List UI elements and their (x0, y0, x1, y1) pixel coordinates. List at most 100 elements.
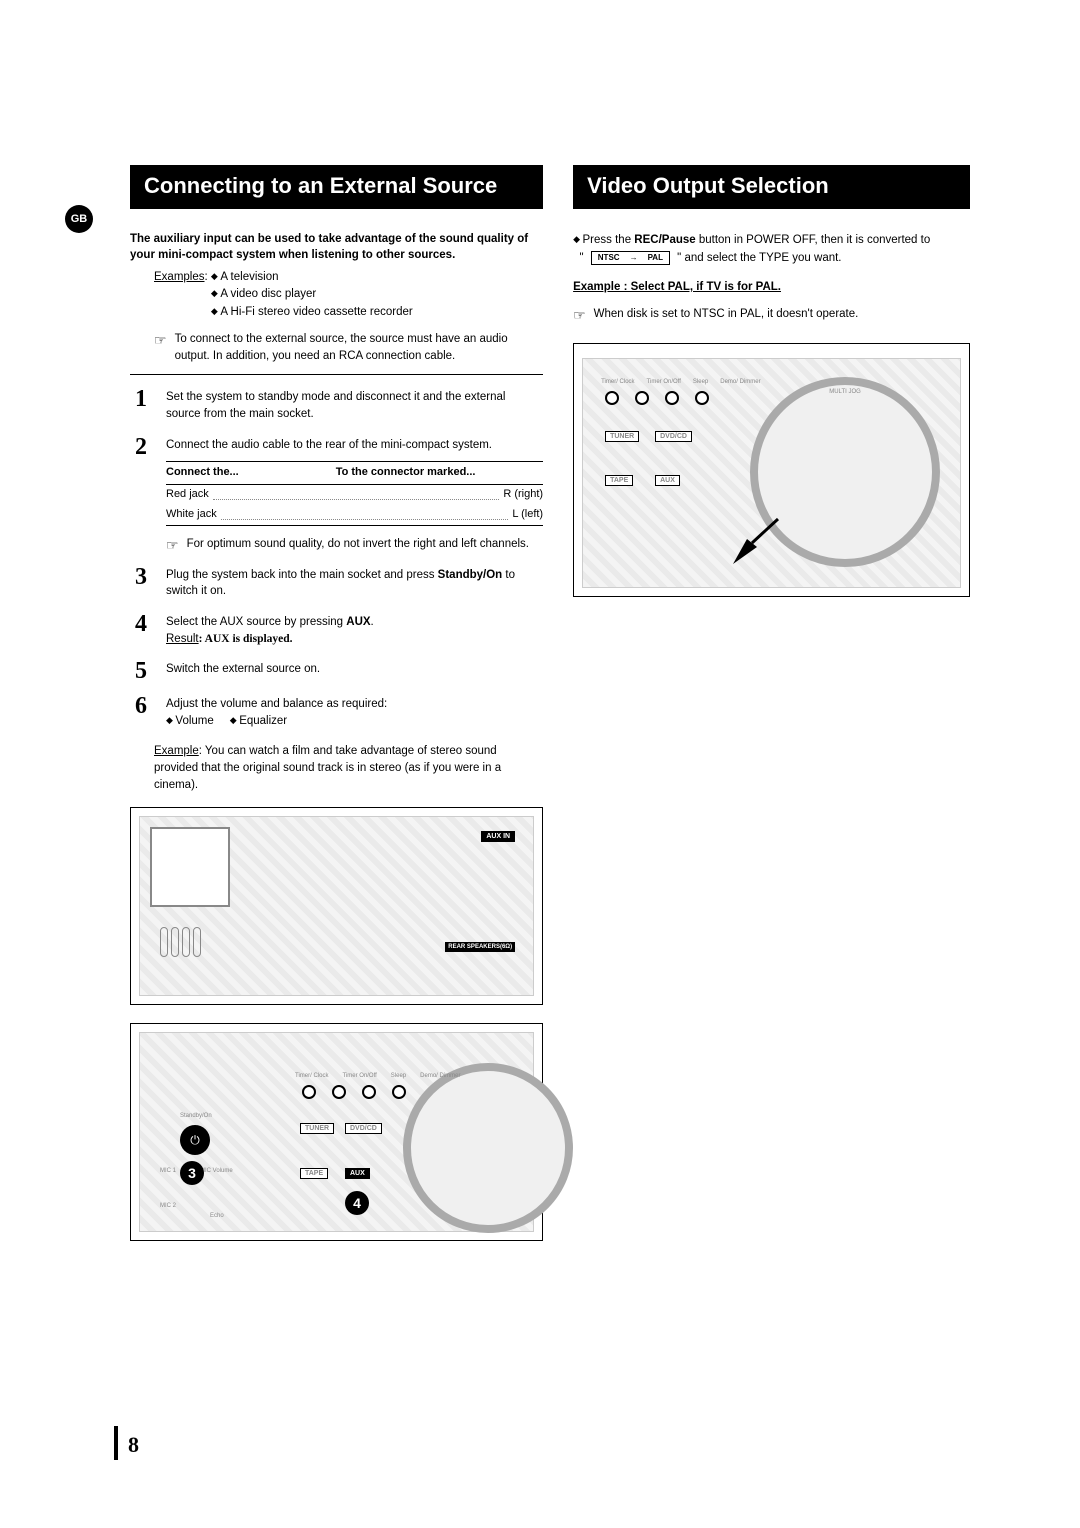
table-note-text: For optimum sound quality, do not invert… (187, 536, 529, 553)
step-number: 5 (130, 661, 152, 681)
examples-label: Examples (154, 271, 205, 283)
small-button-icon (332, 1085, 346, 1099)
step-text: Connect the audio cable to the rear of t… (166, 439, 492, 451)
step-body: Select the AUX source by pressing AUX. R… (166, 614, 543, 647)
figure-front-panel: TUNER DVD/CD TAPE AUX Timer/ Clock Timer… (130, 1023, 543, 1241)
table-header: Connect the... (166, 465, 336, 481)
demo-label: Demo/ Dimmer (420, 1073, 460, 1079)
table-header: To the connector marked... (336, 465, 543, 481)
bullet-line: Press the REC/Pause button in POWER OFF,… (573, 234, 930, 246)
dvdcd-button: DVD/CD (655, 431, 692, 442)
tape-button: TAPE (605, 475, 633, 486)
step-body: Adjust the volume and balance as require… (166, 696, 543, 729)
step-text: Plug the system back into the main socke… (166, 569, 438, 581)
table-note: ☞ For optimum sound quality, do not inve… (166, 536, 543, 553)
bullet-item: Volume (166, 715, 214, 727)
table-cell: White jack (166, 507, 217, 523)
step-bold: Standby/On (438, 569, 503, 581)
result-label: Result (166, 633, 199, 645)
step-number: 6 (130, 696, 152, 729)
example-text: : You can watch a film and take advantag… (154, 745, 501, 790)
figure-rear-panel: AUX IN REAR SPEAKERS(6Ω) (130, 807, 543, 1005)
timer-onoff-label: Timer On/Off (342, 1073, 376, 1079)
echo-label: Echo (210, 1213, 224, 1219)
table-cell: R (right) (503, 487, 543, 503)
steps-list: 1 Set the system to standby mode and dis… (130, 389, 543, 729)
front-panel-graphic: TUNER DVD/CD TAPE AUX Timer/ Clock Timer… (139, 1032, 534, 1232)
small-button-icon (605, 391, 619, 405)
example-line: Example : Select PAL, if TV is for PAL. (573, 278, 970, 296)
aux-button: AUX (345, 1168, 370, 1179)
step-text: Switch the external source on. (166, 661, 543, 681)
leader-dots (221, 507, 509, 520)
bold-text: REC/Pause (634, 234, 695, 246)
example-item: A television (211, 271, 279, 283)
figure-front-panel-right: MULTI JOG Timer/ Clock Timer On/Off Slee… (573, 343, 970, 597)
right-note: ☞ When disk is set to NTSC in PAL, it do… (573, 306, 970, 323)
note-arrow-icon: ☞ (154, 331, 167, 364)
rear-speakers-label: REAR SPEAKERS(6Ω) (445, 942, 515, 952)
pointer-arrow-icon (733, 509, 793, 569)
bullet-item: Equalizer (230, 715, 287, 727)
top-button-row: Timer/ Clock Timer On/Off Sleep Demo/ Di… (601, 379, 761, 385)
step-3-indicator: 3 (180, 1161, 204, 1185)
example-item: A video disc player (211, 288, 316, 300)
multijog-label: MULTI JOG (829, 389, 861, 395)
standby-label: Standby/On (180, 1113, 212, 1119)
small-button-icon (302, 1085, 316, 1099)
note-arrow-icon: ☞ (166, 536, 179, 553)
right-note-text: When disk is set to NTSC in PAL, it does… (594, 306, 859, 323)
quote: " (579, 252, 583, 264)
timer-clock-label: Timer/ Clock (601, 379, 634, 385)
step-body: Connect the audio cable to the rear of t… (166, 437, 543, 553)
result-text: : AUX is displayed. (199, 633, 293, 645)
front-panel-graphic-right: MULTI JOG Timer/ Clock Timer On/Off Slee… (582, 358, 961, 588)
separator (130, 374, 543, 375)
text: " and select the TYPE you want. (677, 252, 841, 264)
small-button-icon (362, 1085, 376, 1099)
example-label: Example (154, 745, 199, 757)
step-4-indicator: 4 (345, 1191, 369, 1215)
connector-table: Connect the... To the connector marked..… (166, 461, 543, 526)
micvol-label: MIC Volume (200, 1168, 233, 1174)
jog-dial-icon (403, 1063, 573, 1233)
text: button in POWER OFF, then it is converte… (696, 234, 931, 246)
aux-in-label: AUX IN (481, 831, 515, 842)
mic1-label: MIC 1 (160, 1168, 176, 1174)
rear-panel-graphic: AUX IN REAR SPEAKERS(6Ω) (139, 816, 534, 996)
step-number: 2 (130, 437, 152, 553)
step-text: Select the AUX source by pressing (166, 616, 346, 628)
step-text: . (371, 616, 374, 628)
small-button-icon (392, 1085, 406, 1099)
dvdcd-button: DVD/CD (345, 1123, 382, 1134)
top-button-row: Timer/ Clock Timer On/Off Sleep Demo/ Di… (295, 1073, 461, 1079)
step-number: 4 (130, 614, 152, 647)
pal-label: PAL (642, 252, 669, 265)
ntsc-pal-badge: NTSC → PAL (591, 251, 670, 265)
small-button-icon (635, 391, 649, 405)
page-number: 8 (128, 1432, 139, 1458)
ntsc-label: NTSC (592, 252, 626, 265)
step-text: Adjust the volume and balance as require… (166, 698, 387, 710)
table-cell: L (left) (512, 507, 543, 523)
table-cell: Red jack (166, 487, 209, 503)
examples-block: Examples: A television Examples: A video… (154, 269, 543, 321)
sleep-label: Sleep (693, 379, 708, 385)
demo-label: Demo/ Dimmer (720, 379, 760, 385)
step-number: 1 (130, 389, 152, 422)
small-button-icon (665, 391, 679, 405)
text: Press the (583, 234, 635, 246)
leader-dots (213, 487, 500, 500)
note-arrow-icon: ☞ (573, 306, 586, 323)
tuner-button: TUNER (605, 431, 639, 442)
heatsink-icon (160, 927, 201, 957)
step-number: 3 (130, 567, 152, 600)
timer-onoff-label: Timer On/Off (647, 379, 681, 385)
bottom-example: Example: You can watch a film and take a… (154, 743, 543, 793)
right-column: Video Output Selection Press the REC/Pau… (573, 165, 970, 1241)
power-icon: ⏻ (180, 1125, 210, 1155)
example-item: A Hi-Fi stereo video cassette recorder (211, 306, 413, 318)
pre-note-text: To connect to the external source, the s… (175, 331, 544, 364)
step-bold: AUX (346, 616, 370, 628)
right-heading: Video Output Selection (573, 165, 970, 209)
